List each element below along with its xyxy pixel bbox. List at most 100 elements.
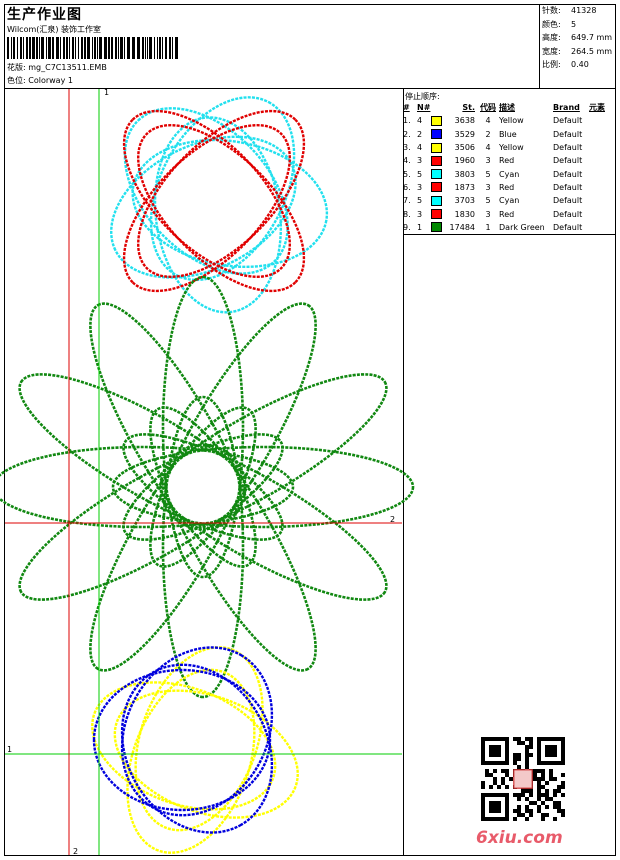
qr-module xyxy=(529,809,533,813)
row-desc: Yellow xyxy=(499,143,524,153)
row-brand: Default xyxy=(553,182,583,192)
qr-module xyxy=(505,737,509,741)
qr-module xyxy=(501,769,505,773)
qr-module xyxy=(481,797,485,801)
colorway-line: 色位: Colorway 1 xyxy=(7,75,73,86)
qr-module xyxy=(553,805,557,809)
qr-module xyxy=(553,793,557,797)
row-element xyxy=(589,221,611,234)
qr-module xyxy=(481,785,485,789)
qr-module xyxy=(489,749,493,753)
row-stitches: 3703 xyxy=(454,196,475,206)
row-needle: 3 xyxy=(417,182,423,192)
qr-module xyxy=(497,749,501,753)
barcode-bar xyxy=(17,37,18,59)
qr-module xyxy=(513,757,517,761)
qr-module xyxy=(481,809,485,813)
qr-module xyxy=(561,737,565,741)
qr-module xyxy=(545,781,549,785)
qr-module xyxy=(549,761,553,765)
qr-module xyxy=(541,773,545,777)
qr-module xyxy=(525,809,529,813)
stat-value: 649.7 mm xyxy=(571,33,613,42)
qr-module xyxy=(497,761,501,765)
qr-module xyxy=(493,793,497,797)
row-num: 6. xyxy=(403,182,411,192)
qr-module xyxy=(493,761,497,765)
qr-module xyxy=(517,765,521,769)
qr-module xyxy=(537,777,541,781)
qr-module xyxy=(505,745,509,749)
qr-module xyxy=(481,801,485,805)
qr-module xyxy=(493,749,497,753)
qr-module xyxy=(517,805,521,809)
row-needle: 2 xyxy=(417,129,423,139)
qr-module xyxy=(549,797,553,801)
barcode-bar xyxy=(111,37,113,59)
col-swatch xyxy=(431,101,447,114)
qr-module xyxy=(561,781,565,785)
row-swatch xyxy=(431,128,447,141)
qr-module xyxy=(537,789,541,793)
row-needle: 1 xyxy=(417,222,423,232)
qr-module xyxy=(493,817,497,821)
row-stitches: 3803 xyxy=(454,169,475,179)
header-divider xyxy=(4,88,616,89)
qr-module xyxy=(481,745,485,749)
qr-module xyxy=(561,745,565,749)
row-code: 5 xyxy=(485,169,491,179)
barcode-bar xyxy=(165,37,167,59)
qr-module xyxy=(529,737,533,741)
qr-module xyxy=(489,761,493,765)
barcode-bar xyxy=(36,37,38,59)
qr-module xyxy=(521,793,525,797)
qr-module xyxy=(497,805,501,809)
row-element xyxy=(589,128,611,141)
qr-module xyxy=(497,801,501,805)
qr-module xyxy=(525,737,529,741)
row-brand: Default xyxy=(553,169,583,179)
stats-divider xyxy=(539,4,540,88)
qr-module xyxy=(513,793,517,797)
qr-module xyxy=(561,785,565,789)
qr-module xyxy=(525,805,529,809)
qr-module xyxy=(529,753,533,757)
qr-module xyxy=(505,749,509,753)
table-row: 3. 4 3506 4 Yellow Default xyxy=(403,141,611,154)
color-swatch xyxy=(431,182,442,193)
row-element xyxy=(589,194,611,207)
qr-module xyxy=(493,769,497,773)
row-swatch xyxy=(431,141,447,154)
pattern-line: 花版: mg_C7C13511.EMB xyxy=(7,62,107,73)
row-swatch xyxy=(431,167,447,180)
qr-seal xyxy=(513,769,533,789)
qr-module xyxy=(545,749,549,753)
barcode-bar xyxy=(48,37,51,59)
qr-module xyxy=(561,773,565,777)
qr-module xyxy=(541,785,545,789)
table-row: 2. 2 3529 2 Blue Default xyxy=(403,128,611,141)
barcode-bar xyxy=(145,37,146,59)
barcode-bar xyxy=(108,37,110,59)
qr-module xyxy=(513,817,517,821)
barcode-bar xyxy=(132,37,135,59)
qr-module xyxy=(497,745,501,749)
qr-module xyxy=(525,797,529,801)
row-needle: 3 xyxy=(417,209,423,219)
row-brand: Default xyxy=(553,196,583,206)
row-brand: Default xyxy=(553,116,583,126)
qr-module xyxy=(545,797,549,801)
qr-module xyxy=(489,805,493,809)
barcode-bar xyxy=(81,37,83,59)
row-desc: Red xyxy=(499,182,515,192)
qr-module xyxy=(501,777,505,781)
stat-label: 比例: xyxy=(542,60,561,69)
row-stitches: 3529 xyxy=(454,129,475,139)
qr-module xyxy=(549,749,553,753)
stop-table-divider xyxy=(403,234,616,235)
qr-module xyxy=(553,753,557,757)
colorway-label: 色位: xyxy=(7,76,26,85)
col-n: N# xyxy=(417,103,431,113)
row-desc: Cyan xyxy=(499,169,520,179)
barcode-bar xyxy=(87,37,90,59)
